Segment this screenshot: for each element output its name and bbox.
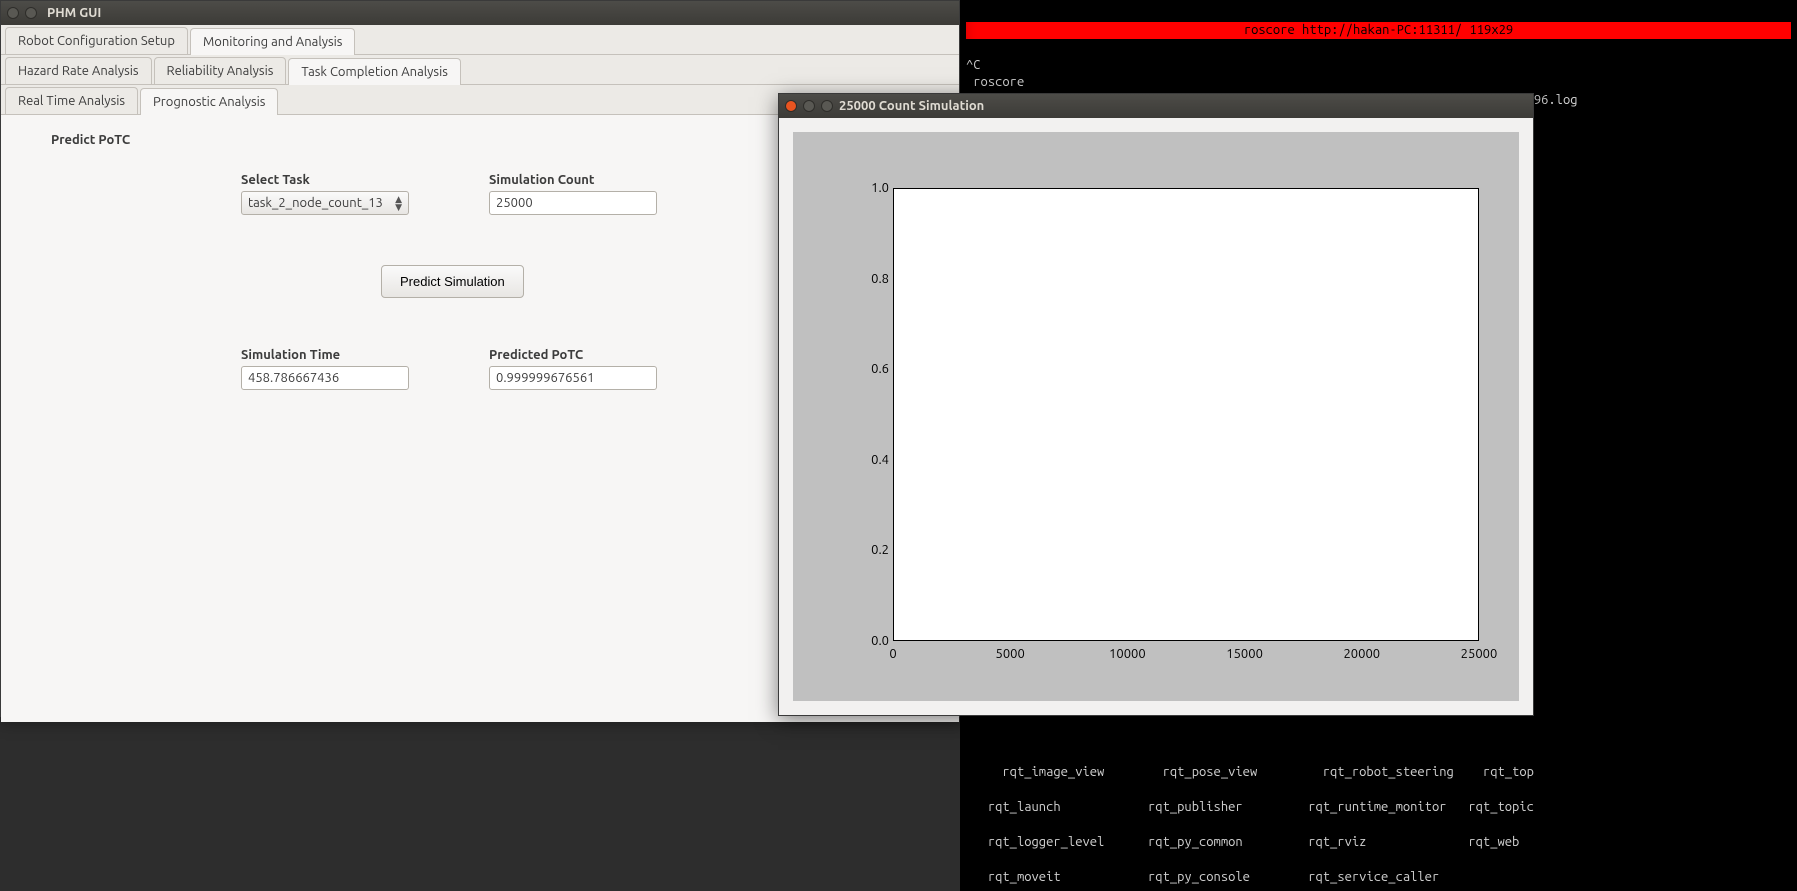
tab-monitoring[interactable]: Monitoring and Analysis bbox=[190, 28, 355, 55]
phm-window-title: PHM GUI bbox=[47, 6, 101, 20]
pred-potc-input[interactable]: 0.999999676561 bbox=[489, 366, 657, 390]
maximize-icon[interactable] bbox=[821, 100, 833, 112]
sim-count-label: Simulation Count bbox=[489, 173, 657, 187]
ytick: 0.4 bbox=[871, 453, 889, 467]
sim-titlebar[interactable]: 25000 Count Simulation bbox=[779, 94, 1533, 118]
tabs-row-2: Hazard Rate Analysis Reliability Analysi… bbox=[1, 55, 959, 85]
tabs-row-1: Robot Configuration Setup Monitoring and… bbox=[1, 25, 959, 55]
select-task-value: task_2_node_count_13 bbox=[248, 196, 383, 210]
pred-potc-label: Predicted PoTC bbox=[489, 348, 657, 362]
select-task-label: Select Task bbox=[241, 173, 409, 187]
tab-reliability[interactable]: Reliability Analysis bbox=[154, 57, 287, 84]
ytick: 1.0 bbox=[871, 181, 889, 195]
xtick: 15000 bbox=[1226, 647, 1263, 661]
sim-window-title: 25000 Count Simulation bbox=[839, 99, 984, 113]
close-icon[interactable] bbox=[7, 7, 19, 19]
xtick: 25000 bbox=[1461, 647, 1498, 661]
ytick: 0.2 bbox=[871, 543, 889, 557]
sim-time-input[interactable]: 458.786667436 bbox=[241, 366, 409, 390]
tab-realtime[interactable]: Real Time Analysis bbox=[5, 87, 138, 114]
terminal-line: roscore bbox=[966, 75, 1024, 89]
minimize-icon[interactable] bbox=[803, 100, 815, 112]
ytick: 0.8 bbox=[871, 272, 889, 286]
ytick: 0.0 bbox=[871, 634, 889, 648]
xtick: 0 bbox=[889, 647, 896, 661]
sim-time-label: Simulation Time bbox=[241, 348, 409, 362]
sim-count-input[interactable]: 25000 bbox=[489, 191, 657, 215]
chevron-updown-icon: ▲▼ bbox=[395, 195, 402, 211]
predict-simulation-button[interactable]: Predict Simulation bbox=[381, 265, 524, 298]
ytick: 0.6 bbox=[871, 362, 889, 376]
terminal-redbar: roscore http://hakan-PC:11311/ 119x29 bbox=[966, 22, 1791, 40]
plot-canvas: 0.0 0.2 0.4 0.6 0.8 1.0 0 5000 10000 15000 20000 25… bbox=[793, 132, 1519, 701]
select-task[interactable]: task_2_node_count_13 ▲▼ bbox=[241, 191, 409, 215]
tab-prognostic[interactable]: Prognostic Analysis bbox=[140, 88, 278, 115]
simulation-window: 25000 Count Simulation 0.0 0.2 0.4 0.6 0.8 1.… bbox=[778, 93, 1534, 716]
xtick: 10000 bbox=[1109, 647, 1146, 661]
terminal-bottom[interactable]: rqt_image_view rqt_pose_view rqt_robot_s… bbox=[960, 743, 1797, 891]
xtick: 20000 bbox=[1343, 647, 1380, 661]
plot-axes bbox=[893, 188, 1479, 641]
close-icon[interactable] bbox=[785, 100, 797, 112]
phm-titlebar[interactable]: PHM GUI bbox=[1, 1, 959, 25]
terminal-line: ^C bbox=[966, 58, 981, 72]
xtick: 5000 bbox=[996, 647, 1025, 661]
tab-robot-config[interactable]: Robot Configuration Setup bbox=[5, 27, 188, 54]
tab-hazard[interactable]: Hazard Rate Analysis bbox=[5, 57, 152, 84]
tab-task-completion[interactable]: Task Completion Analysis bbox=[288, 58, 460, 85]
minimize-icon[interactable] bbox=[25, 7, 37, 19]
